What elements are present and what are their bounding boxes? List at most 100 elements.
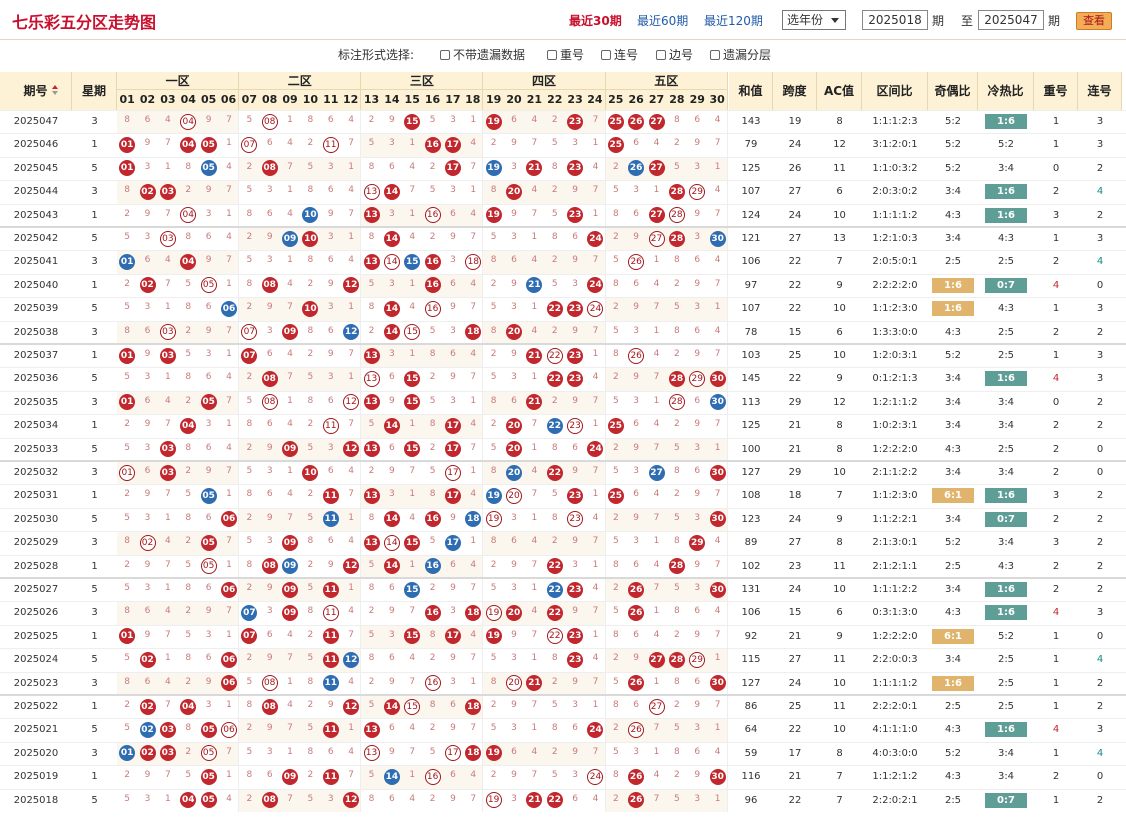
miss-value: 2 bbox=[612, 372, 619, 383]
miss-value: 6 bbox=[144, 395, 151, 406]
miss-value: 4 bbox=[348, 255, 354, 266]
stat-cell: 2 bbox=[1096, 560, 1104, 572]
drawn-number-ball: 01 bbox=[119, 253, 136, 270]
miss-value: 5 bbox=[124, 442, 131, 453]
stat-cell: 1:2:1:1:2 bbox=[872, 396, 918, 408]
miss-value: 4 bbox=[348, 115, 354, 125]
number-column-header: 13 bbox=[361, 90, 382, 110]
miss-value: 4 bbox=[165, 115, 171, 125]
stat-cell: 3:4 bbox=[997, 747, 1015, 759]
miss-value: 1 bbox=[348, 232, 354, 242]
stat-cell: 3:4 bbox=[944, 186, 962, 198]
miss-value: 4 bbox=[531, 606, 538, 617]
drawn-number-ball: 08 bbox=[261, 113, 278, 130]
miss-value: 9 bbox=[694, 208, 701, 219]
stat-cell: 3:4 bbox=[944, 233, 962, 244]
miss-value: 2 bbox=[185, 185, 192, 196]
miss-value: 5 bbox=[246, 746, 253, 757]
miss-value: 6 bbox=[266, 419, 273, 430]
drawn-number-ball: 06 bbox=[220, 300, 237, 317]
issue-sort-header[interactable]: 期号 bbox=[0, 72, 72, 110]
miss-value: 3 bbox=[205, 419, 212, 430]
miss-value: 7 bbox=[470, 442, 477, 453]
miss-value: 3 bbox=[511, 302, 517, 313]
sort-icon-down[interactable] bbox=[52, 91, 58, 95]
issue-cell: 2025040 bbox=[13, 279, 59, 291]
number-column-header: 22 bbox=[544, 90, 565, 110]
drawn-number-ball: 30 bbox=[709, 511, 726, 528]
miss-value: 4 bbox=[653, 278, 660, 289]
miss-value: 9 bbox=[694, 629, 701, 640]
miss-value: 1 bbox=[531, 442, 538, 453]
drawn-number-ball: 08 bbox=[261, 370, 278, 387]
miss-value: 2 bbox=[124, 278, 131, 289]
weekday-cell: 3 bbox=[91, 326, 98, 338]
drawn-number-ball: 23 bbox=[567, 581, 584, 598]
ratio-badge: 1:6 bbox=[985, 582, 1027, 597]
miss-value: 6 bbox=[572, 723, 578, 734]
miss-value: 2 bbox=[246, 793, 253, 804]
miss-value: 8 bbox=[551, 723, 558, 734]
trend-table: 期号 星期 一区 01 02 03 04 05 06 二区 07 08 09 10 11 12 三区 13 14 15… bbox=[0, 0, 1126, 828]
miss-value: 1 bbox=[226, 700, 232, 710]
miss-value: 4 bbox=[531, 255, 538, 266]
miss-value: 3 bbox=[511, 583, 517, 593]
stat-cell: 2:5 bbox=[997, 654, 1015, 666]
stat-cell: 3 bbox=[1096, 139, 1104, 151]
stat-cell: 116 bbox=[741, 771, 761, 783]
stat-cell: 4 bbox=[1052, 607, 1060, 619]
drawn-number-ball: 19 bbox=[485, 487, 502, 504]
drawn-number-ball: 05 bbox=[200, 277, 217, 294]
issue-cell: 2025019 bbox=[13, 771, 59, 783]
stat-cell: 26 bbox=[788, 162, 802, 174]
zone-header: 四区 bbox=[483, 72, 606, 90]
stat-header: 跨度 bbox=[773, 72, 817, 110]
miss-value: 9 bbox=[450, 512, 456, 523]
miss-value: 7 bbox=[287, 793, 293, 804]
miss-value: 9 bbox=[572, 746, 578, 757]
miss-value: 6 bbox=[694, 676, 701, 687]
drawn-number-ball: 22 bbox=[546, 628, 563, 645]
issue-cell: 2025034 bbox=[13, 420, 59, 432]
miss-value: 4 bbox=[409, 161, 416, 172]
sort-icon[interactable] bbox=[52, 85, 58, 89]
miss-value: 1 bbox=[287, 746, 293, 757]
drawn-number-ball: 28 bbox=[668, 230, 685, 247]
drawn-number-ball: 05 bbox=[200, 558, 217, 575]
drawn-number-ball: 20 bbox=[506, 604, 523, 621]
stat-cell: 21 bbox=[788, 443, 802, 455]
miss-value: 4 bbox=[653, 770, 660, 781]
drawn-number-ball: 12 bbox=[343, 651, 360, 668]
miss-value: 8 bbox=[246, 489, 253, 500]
stat-cell: 1 bbox=[1052, 677, 1060, 689]
miss-value: 7 bbox=[714, 349, 721, 359]
miss-value: 2 bbox=[429, 583, 436, 593]
stat-cell: 1 bbox=[1052, 747, 1060, 759]
miss-value: 9 bbox=[633, 232, 640, 242]
miss-value: 4 bbox=[714, 746, 721, 757]
miss-value: 8 bbox=[185, 653, 192, 664]
miss-value: 2 bbox=[307, 559, 314, 570]
miss-value: 2 bbox=[490, 559, 497, 570]
miss-value: 3 bbox=[694, 161, 701, 172]
miss-value: 6 bbox=[450, 559, 456, 570]
stat-cell: 2 bbox=[1052, 584, 1060, 595]
ratio-badge: 1:6 bbox=[985, 114, 1027, 129]
drawn-number-ball: 13 bbox=[363, 721, 380, 738]
miss-value: 6 bbox=[450, 770, 456, 781]
miss-value: 4 bbox=[592, 583, 599, 593]
miss-value: 1 bbox=[348, 302, 354, 313]
drawn-number-ball: 08 bbox=[261, 698, 278, 715]
miss-value: 1 bbox=[531, 723, 538, 734]
miss-value: 2 bbox=[490, 700, 497, 710]
miss-value: 3 bbox=[572, 138, 578, 149]
stat-cell: 3:4 bbox=[997, 537, 1015, 549]
miss-value: 6 bbox=[694, 606, 701, 617]
miss-value: 1 bbox=[348, 512, 354, 523]
stat-cell: 22 bbox=[788, 373, 802, 385]
miss-value: 8 bbox=[674, 325, 680, 336]
drawn-number-ball: 03 bbox=[159, 183, 176, 200]
miss-value: 8 bbox=[307, 676, 314, 687]
drawn-number-ball: 28 bbox=[668, 558, 685, 575]
stat-cell: 0 bbox=[1096, 443, 1104, 455]
